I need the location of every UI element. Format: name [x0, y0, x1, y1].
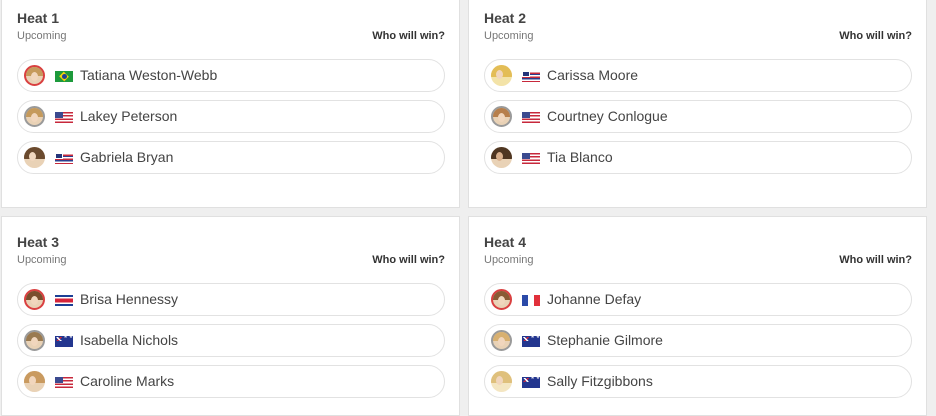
costa-rica-flag-icon — [55, 295, 73, 306]
surfer-avatar — [491, 289, 512, 310]
surfer-pick-row[interactable]: Tia Blanco — [484, 141, 912, 174]
australia-flag-icon — [522, 336, 540, 347]
heat-status: Upcoming — [17, 30, 67, 42]
who-will-win-label: Who will win? — [839, 30, 912, 42]
surfer-pick-row[interactable]: Sally Fitzgibbons — [484, 365, 912, 398]
heat-title: Heat 4 — [484, 234, 527, 250]
surfer-pick-row[interactable]: Caroline Marks — [17, 365, 445, 398]
surfer-avatar — [491, 330, 512, 351]
surfer-name: Isabella Nichols — [80, 332, 179, 348]
heat-card-3: Heat 3 Upcoming Who will win? Brisa Henn… — [1, 216, 460, 416]
usa-flag-icon — [55, 377, 73, 388]
surfer-name: Courtney Conlogue — [547, 108, 668, 124]
brazil-flag-icon — [55, 71, 73, 82]
usa-flag-icon — [522, 153, 540, 164]
surfer-pick-row[interactable]: Gabriela Bryan — [17, 141, 445, 174]
surfer-avatar — [24, 147, 45, 168]
heat-card-2: Heat 2 Upcoming Who will win? Carissa Mo… — [468, 0, 927, 208]
heat-status: Upcoming — [484, 254, 534, 266]
heat-title: Heat 1 — [17, 10, 60, 26]
surfer-avatar — [24, 330, 45, 351]
usa-flag-icon — [522, 112, 540, 123]
surfer-name: Caroline Marks — [80, 373, 175, 389]
surfer-name: Sally Fitzgibbons — [547, 373, 653, 389]
surfer-pick-row[interactable]: Brisa Hennessy — [17, 283, 445, 316]
surfer-name: Carissa Moore — [547, 67, 639, 83]
surfer-pick-row[interactable]: Courtney Conlogue — [484, 100, 912, 133]
surfer-name: Stephanie Gilmore — [547, 332, 663, 348]
surfer-name: Tatiana Weston-Webb — [80, 67, 218, 83]
surfer-pick-row[interactable]: Tatiana Weston-Webb — [17, 59, 445, 92]
surfer-name: Lakey Peterson — [80, 108, 178, 124]
surfer-pick-row[interactable]: Stephanie Gilmore — [484, 324, 912, 357]
heat-status: Upcoming — [17, 254, 67, 266]
france-flag-icon — [522, 295, 540, 306]
surfer-avatar — [491, 106, 512, 127]
hawaii-flag-icon — [55, 153, 73, 164]
who-will-win-label: Who will win? — [372, 254, 445, 266]
australia-flag-icon — [522, 377, 540, 388]
surfer-avatar — [24, 289, 45, 310]
surfer-avatar — [24, 106, 45, 127]
heat-card-1: Heat 1 Upcoming Who will win? Tatiana We… — [1, 0, 460, 208]
surfer-avatar — [24, 65, 45, 86]
hawaii-flag-icon — [522, 71, 540, 82]
surfer-pick-row[interactable]: Johanne Defay — [484, 283, 912, 316]
australia-flag-icon — [55, 336, 73, 347]
heat-card-4: Heat 4 Upcoming Who will win? Johanne De… — [468, 216, 927, 416]
who-will-win-label: Who will win? — [372, 30, 445, 42]
heat-title: Heat 2 — [484, 10, 527, 26]
surfer-avatar — [491, 147, 512, 168]
surfer-name: Tia Blanco — [547, 149, 613, 165]
surfer-avatar — [491, 65, 512, 86]
heat-status: Upcoming — [484, 30, 534, 42]
heat-title: Heat 3 — [17, 234, 60, 250]
surfer-pick-row[interactable]: Isabella Nichols — [17, 324, 445, 357]
surfer-name: Gabriela Bryan — [80, 149, 174, 165]
surfer-pick-row[interactable]: Carissa Moore — [484, 59, 912, 92]
surfer-name: Brisa Hennessy — [80, 291, 179, 307]
usa-flag-icon — [55, 112, 73, 123]
surfer-avatar — [491, 371, 512, 392]
who-will-win-label: Who will win? — [839, 254, 912, 266]
surfer-avatar — [24, 371, 45, 392]
surfer-pick-row[interactable]: Lakey Peterson — [17, 100, 445, 133]
surfer-name: Johanne Defay — [547, 291, 642, 307]
